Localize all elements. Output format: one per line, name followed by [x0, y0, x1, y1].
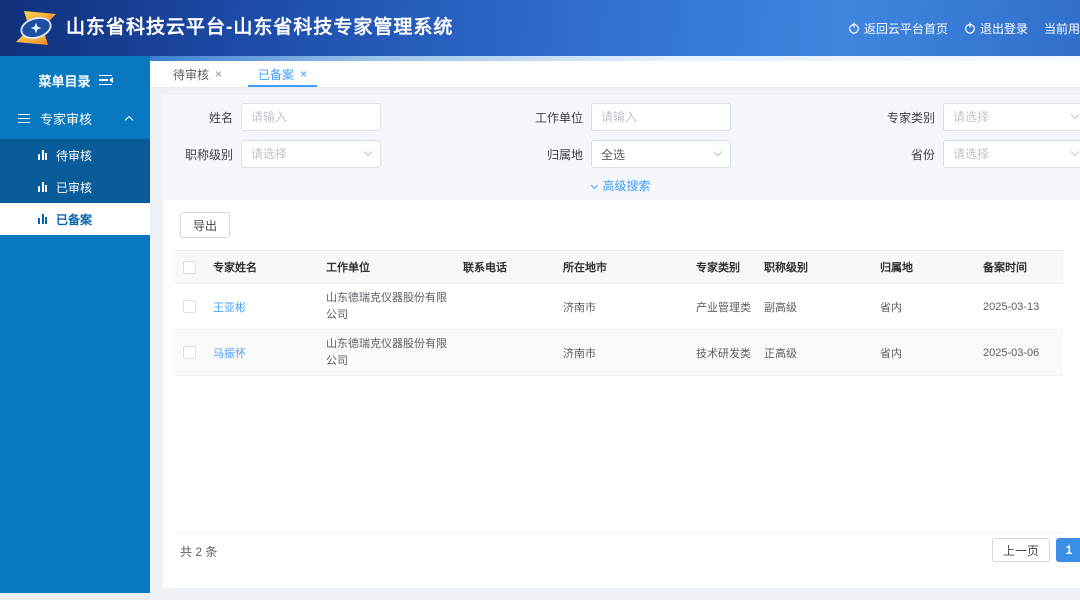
app-logo-icon	[14, 9, 58, 47]
col-city: 所在地市	[555, 251, 688, 284]
col-title-level: 职称级别	[756, 251, 872, 284]
company-cell: 山东德瑞克仪器股份有限公司	[318, 330, 455, 376]
level-cell: 副高级	[756, 284, 872, 330]
province-select[interactable]	[943, 140, 1080, 168]
col-record-date: 备案时间	[975, 251, 1063, 284]
return-platform-home-link[interactable]: 返回云平台首页	[848, 20, 948, 37]
chevron-up-icon	[125, 116, 133, 124]
province-label: 省份	[875, 146, 935, 163]
sidebar-item-label: 已备案	[56, 211, 92, 228]
company-cell: 山东德瑞克仪器股份有限公司	[318, 284, 455, 330]
table-row: 王亚彬 山东德瑞克仪器股份有限公司 济南市 产业管理类 副高级 省内 2025-…	[175, 284, 1063, 330]
prev-page-button[interactable]: 上一页	[992, 538, 1050, 562]
tab-bar: 待审核 × 已备案 ×	[150, 61, 1080, 88]
sidebar-menu-title: 菜单目录	[0, 56, 150, 98]
expert-category-label: 专家类别	[875, 109, 935, 126]
sidebar-group-expert-review[interactable]: 专家审核	[0, 98, 150, 139]
city-cell: 济南市	[555, 284, 688, 330]
level-cell: 正高级	[756, 330, 872, 376]
close-icon[interactable]: ×	[215, 67, 222, 81]
expert-name-link[interactable]: 马振怀	[213, 348, 246, 360]
footer-divider	[175, 532, 1063, 533]
date-cell: 2025-03-06	[975, 330, 1063, 376]
category-cell: 技术研发类	[688, 330, 756, 376]
sidebar-item-label: 已审核	[56, 179, 92, 196]
col-expert-name: 专家姓名	[205, 251, 318, 284]
table-header-row: 专家姓名 工作单位 联系电话 所在地市 专家类别 职称级别 归属地 备案时间	[175, 251, 1063, 284]
city-cell: 济南市	[555, 330, 688, 376]
sidebar-item-pending-review[interactable]: 待审核	[0, 139, 150, 171]
sidebar-item-label: 待审核	[56, 147, 92, 164]
expert-name-link[interactable]: 王亚彬	[213, 302, 246, 314]
tab-label: 已备案	[258, 66, 294, 83]
sidebar-item-reviewed[interactable]: 已审核	[0, 171, 150, 203]
location-label: 归属地	[523, 146, 583, 163]
menu-title-label: 菜单目录	[38, 71, 90, 90]
filter-province: 省份	[875, 140, 1080, 168]
bar-chart-icon	[38, 150, 47, 160]
filter-expert-category: 专家类别	[875, 103, 1080, 131]
col-expert-category: 专家类别	[688, 251, 756, 284]
total-count-label: 共 2 条	[180, 543, 217, 560]
location-select[interactable]	[591, 140, 731, 168]
workunit-label: 工作单位	[523, 109, 583, 126]
filter-section: 姓名 工作单位 专家类别 职称级别 归属地 省份	[163, 95, 1080, 200]
table-row: 马振怀 山东德瑞克仪器股份有限公司 济南市 技术研发类 正高级 省内 2025-…	[175, 330, 1063, 376]
select-all-checkbox[interactable]	[183, 261, 196, 274]
header-actions: 返回云平台首页 退出登录 当前用户：山东	[848, 0, 1080, 56]
category-cell: 产业管理类	[688, 284, 756, 330]
bar-chart-icon	[38, 214, 47, 224]
page-title: 山东省科技云平台-山东省科技专家管理系统	[66, 0, 453, 56]
workunit-input[interactable]	[591, 103, 731, 131]
power-icon	[848, 22, 860, 34]
expert-table: 专家姓名 工作单位 联系电话 所在地市 专家类别 职称级别 归属地 备案时间 王…	[175, 250, 1063, 376]
page-number-button[interactable]: 1	[1056, 538, 1080, 562]
advanced-search-link[interactable]: 高级搜索	[163, 177, 1080, 194]
col-phone: 联系电话	[455, 251, 555, 284]
row-checkbox[interactable]	[183, 346, 196, 359]
location-cell: 省内	[872, 330, 975, 376]
logout-label: 退出登录	[980, 20, 1028, 37]
tab-label: 待审核	[173, 66, 209, 83]
col-location: 归属地	[872, 251, 975, 284]
name-label: 姓名	[173, 109, 233, 126]
title-level-label: 职称级别	[173, 146, 233, 163]
pagination: 上一页 1	[992, 538, 1080, 562]
list-icon	[18, 114, 30, 124]
logout-link[interactable]: 退出登录	[964, 20, 1028, 37]
content-card: 姓名 工作单位 专家类别 职称级别 归属地 省份	[163, 95, 1080, 588]
filter-title-level: 职称级别	[173, 140, 381, 168]
sidebar-item-recorded[interactable]: 已备案	[0, 203, 150, 235]
name-input[interactable]	[241, 103, 381, 131]
tab-pending-review[interactable]: 待审核 ×	[163, 61, 232, 87]
expert-category-select[interactable]	[943, 103, 1080, 131]
main-content: 待审核 × 已备案 × 姓名 工作单位 专家类别 职称级别	[150, 61, 1080, 600]
return-platform-home-label: 返回云平台首页	[864, 20, 948, 37]
sidebar-group-label: 专家审核	[40, 109, 92, 128]
filter-location: 归属地	[523, 140, 731, 168]
col-work-unit: 工作单位	[318, 251, 455, 284]
export-button[interactable]: 导出	[180, 212, 230, 238]
app-header: 山东省科技云平台-山东省科技专家管理系统 返回云平台首页 退出登录 当前用户：山…	[0, 0, 1080, 56]
advanced-search-label: 高级搜索	[602, 179, 650, 193]
filter-workunit: 工作单位	[523, 103, 731, 131]
chevron-down-icon	[591, 182, 598, 189]
power-icon	[964, 22, 976, 34]
title-level-select[interactable]	[241, 140, 381, 168]
row-checkbox[interactable]	[183, 300, 196, 313]
filter-name: 姓名	[173, 103, 381, 131]
sidebar: 菜单目录 专家审核 待审核 已审核 已备案	[0, 56, 150, 593]
bar-chart-icon	[38, 182, 47, 192]
date-cell: 2025-03-13	[975, 284, 1063, 330]
current-user-label: 当前用户：山东	[1044, 20, 1080, 37]
menu-collapse-icon[interactable]	[99, 75, 112, 86]
tab-recorded[interactable]: 已备案 ×	[248, 61, 317, 87]
close-icon[interactable]: ×	[300, 67, 307, 81]
location-cell: 省内	[872, 284, 975, 330]
